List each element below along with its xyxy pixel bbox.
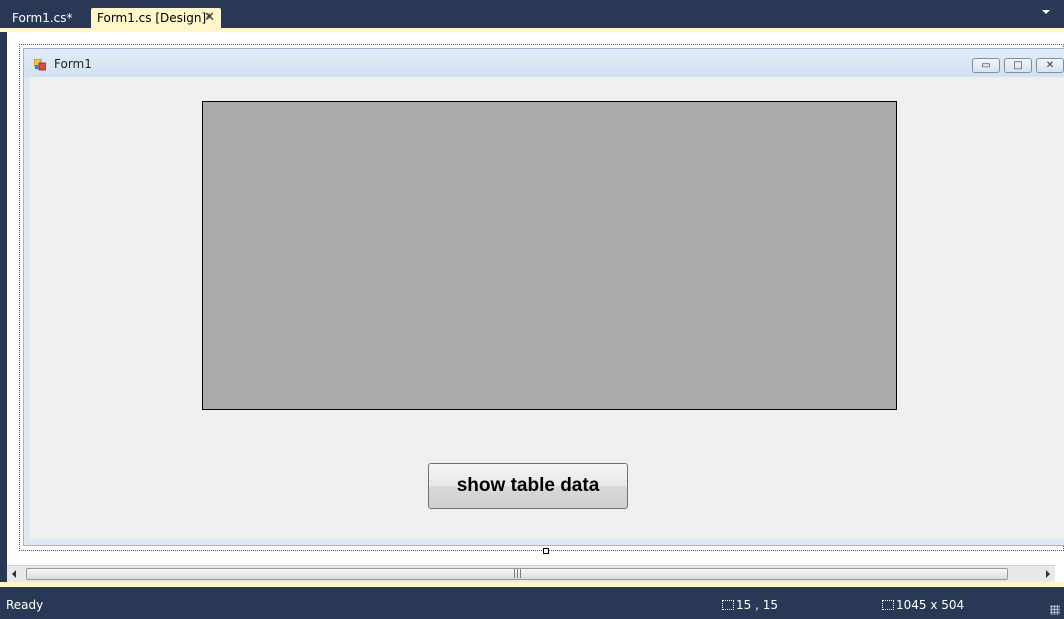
document-tab-strip: Form1.cs* Form1.cs [Design]* ✕ bbox=[0, 0, 1064, 30]
tab-form1-design[interactable]: Form1.cs [Design]* ✕ bbox=[91, 8, 221, 28]
tab-label: Form1.cs [Design]* bbox=[97, 11, 213, 25]
minimize-icon: ▭ bbox=[981, 60, 991, 71]
scrollbar-thumb[interactable]: ||| bbox=[26, 568, 1008, 580]
maximize-button[interactable]: □ bbox=[1004, 58, 1032, 73]
resize-handle[interactable] bbox=[543, 548, 549, 554]
maximize-icon: □ bbox=[1013, 60, 1023, 71]
close-icon[interactable]: ✕ bbox=[204, 8, 215, 28]
size-icon bbox=[882, 600, 894, 610]
chevron-down-icon[interactable] bbox=[1042, 10, 1050, 14]
form-icon bbox=[34, 59, 46, 71]
window-resize-grip-icon[interactable] bbox=[1050, 605, 1060, 615]
horizontal-scrollbar[interactable]: ||| bbox=[7, 565, 1055, 583]
scroll-left-icon[interactable] bbox=[12, 570, 16, 578]
location-icon bbox=[722, 600, 734, 610]
size-value: 1045 x 504 bbox=[896, 598, 965, 612]
location-readout: 15 , 15 bbox=[722, 598, 778, 612]
designer-surface: Form1 ▭ □ ✕ show table data bbox=[7, 32, 1064, 585]
status-bar: Ready 15 , 15 1045 x 504 bbox=[0, 589, 1064, 619]
close-icon: ✕ bbox=[1045, 60, 1055, 71]
status-text: Ready bbox=[6, 598, 44, 612]
size-readout: 1045 x 504 bbox=[882, 598, 964, 612]
grip-icon: ||| bbox=[513, 569, 523, 579]
form-titlebar: Form1 ▭ □ ✕ bbox=[24, 49, 1064, 77]
form-client-area: show table data bbox=[30, 77, 1064, 539]
location-value: 15 , 15 bbox=[736, 598, 778, 612]
form-window[interactable]: Form1 ▭ □ ✕ show table data bbox=[23, 48, 1064, 546]
tab-form1-code[interactable]: Form1.cs* bbox=[6, 8, 79, 28]
bottom-accent-line bbox=[0, 582, 1064, 587]
tab-label: Form1.cs* bbox=[12, 11, 73, 25]
close-button[interactable]: ✕ bbox=[1036, 58, 1064, 73]
show-table-data-button[interactable]: show table data bbox=[428, 463, 628, 509]
data-grid-view[interactable] bbox=[202, 101, 897, 410]
minimize-button[interactable]: ▭ bbox=[972, 58, 1000, 73]
scroll-right-icon[interactable] bbox=[1046, 570, 1050, 578]
form-title: Form1 bbox=[54, 57, 92, 71]
